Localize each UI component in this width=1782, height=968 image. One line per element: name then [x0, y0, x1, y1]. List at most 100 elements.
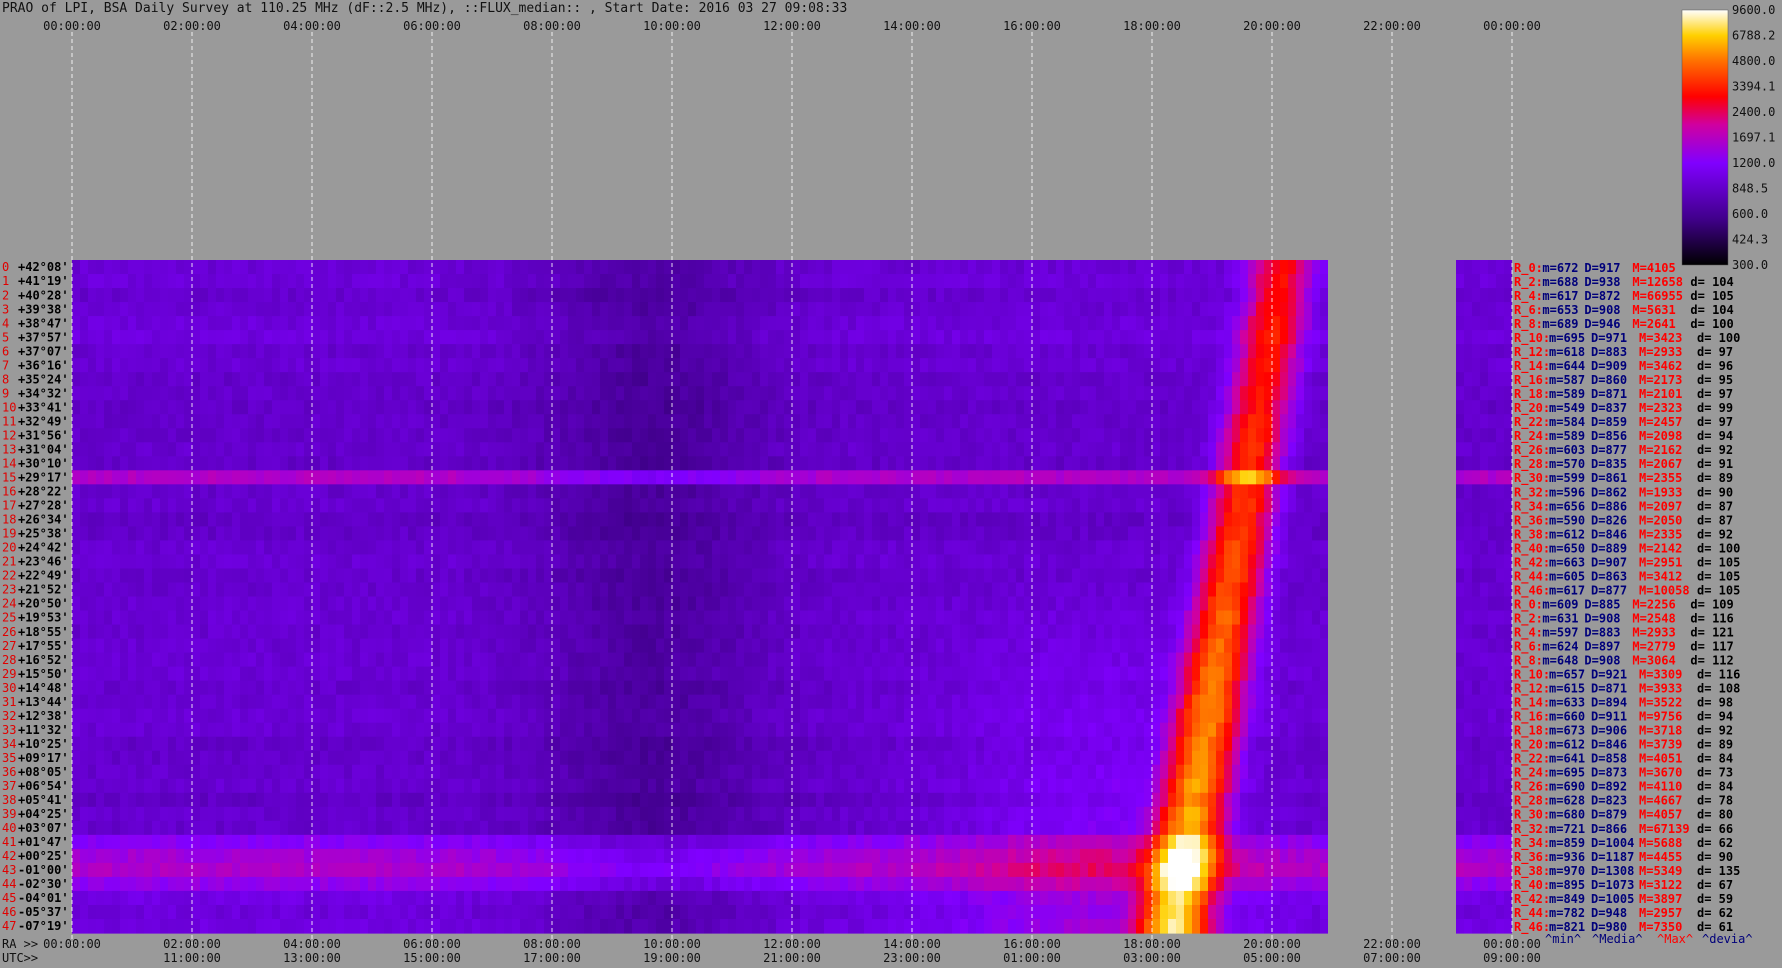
heatmap-cell: [1464, 666, 1472, 682]
heatmap-cell: [80, 568, 88, 584]
heatmap-cell: [960, 568, 968, 584]
heatmap-cell: [936, 568, 944, 584]
heatmap-cell: [776, 302, 784, 317]
heatmap-cell: [1296, 358, 1304, 373]
heatmap-cell: [776, 624, 784, 640]
heatmap-cell: [168, 316, 176, 331]
heatmap-cell: [1480, 554, 1488, 570]
heatmap-cell: [136, 386, 144, 401]
heatmap-cell: [464, 638, 472, 654]
heatmap-cell: [552, 386, 560, 401]
heatmap-cell: [424, 526, 432, 542]
heatmap-cell: [288, 344, 296, 359]
heatmap-cell: [432, 274, 440, 289]
heatmap-cell: [280, 414, 288, 429]
heatmap-cell: [112, 344, 120, 359]
heatmap-cell: [160, 512, 168, 527]
heatmap-cell: [920, 498, 928, 513]
heatmap-cell: [296, 442, 304, 457]
heatmap-cell: [1464, 554, 1472, 570]
heatmap-cell: [904, 540, 912, 556]
heatmap-cell: [912, 652, 920, 668]
heatmap-cell: [464, 302, 472, 317]
heatmap-cell: [424, 484, 432, 499]
heatmap-cell: [1224, 568, 1232, 584]
heatmap-cell: [368, 568, 376, 584]
heatmap-cell: [968, 274, 976, 289]
heatmap-cell: [1128, 610, 1136, 626]
heatmap-cell: [160, 470, 168, 485]
heatmap-cell: [1280, 302, 1288, 317]
heatmap-cell: [512, 288, 520, 303]
heatmap-cell: [1168, 610, 1176, 626]
heatmap-cell: [952, 428, 960, 443]
heatmap-cell: [1304, 442, 1312, 457]
heatmap-cell: [1048, 428, 1056, 443]
heatmap-cell: [152, 358, 160, 373]
heatmap-cell: [552, 526, 560, 542]
heatmap-cell: [144, 470, 152, 485]
heatmap-cell: [720, 666, 728, 682]
heatmap-cell: [776, 470, 784, 485]
heatmap-cell: [584, 302, 592, 317]
heatmap-cell: [1200, 610, 1208, 626]
heatmap-cell: [960, 470, 968, 485]
heatmap-cell: [480, 540, 488, 556]
heatmap-cell: [272, 666, 280, 682]
heatmap-cell: [1280, 442, 1288, 457]
heatmap-cell: [1016, 302, 1024, 317]
heatmap-cell: [488, 288, 496, 303]
heatmap-cell: [120, 554, 128, 570]
heatmap-cell: [952, 316, 960, 331]
heatmap-cell: [568, 316, 576, 331]
heatmap-cell: [664, 400, 672, 415]
heatmap-cell: [816, 428, 824, 443]
heatmap-cell: [1272, 302, 1280, 317]
heatmap-cell: [216, 596, 224, 612]
heatmap-cell: [152, 638, 160, 654]
heatmap-cell: [656, 568, 664, 584]
heatmap-cell: [1480, 666, 1488, 682]
heatmap-cell: [888, 428, 896, 443]
heatmap-cell: [488, 582, 496, 598]
heatmap-cell: [576, 624, 584, 640]
heatmap-cell: [432, 512, 440, 527]
heatmap-cell: [696, 498, 704, 513]
heatmap-cell: [1480, 274, 1488, 289]
heatmap-cell: [392, 624, 400, 640]
heatmap-cell: [1256, 498, 1264, 513]
heatmap-cell: [1288, 568, 1296, 584]
heatmap-cell: [880, 638, 888, 654]
heatmap-cell: [96, 498, 104, 513]
heatmap-cell: [440, 666, 448, 682]
heatmap-cell: [1264, 372, 1272, 387]
heatmap-cell: [760, 344, 768, 359]
heatmap-cell: [184, 428, 192, 443]
heatmap-cell: [680, 680, 688, 696]
heatmap-cell: [928, 330, 936, 345]
heatmap-cell: [360, 316, 368, 331]
heatmap-cell: [408, 652, 416, 668]
heatmap-cell: [472, 596, 480, 612]
heatmap-cell: [1168, 372, 1176, 387]
heatmap-cell: [1232, 344, 1240, 359]
heatmap-cell: [1096, 638, 1104, 654]
heatmap-cell: [88, 414, 96, 429]
heatmap-cell: [1496, 288, 1504, 303]
heatmap-cell: [256, 400, 264, 415]
heatmap-cell: [1048, 288, 1056, 303]
heatmap-cell: [912, 372, 920, 387]
heatmap-cell: [272, 428, 280, 443]
heatmap-cell: [288, 470, 296, 485]
heatmap-cell: [1320, 274, 1328, 289]
heatmap-cell: [944, 260, 952, 275]
heatmap-cell: [304, 610, 312, 626]
heatmap-cell: [1320, 302, 1328, 317]
heatmap-cell: [968, 652, 976, 668]
heatmap-cell: [1288, 526, 1296, 542]
heatmap-cell: [240, 582, 248, 598]
heatmap-cell: [152, 288, 160, 303]
heatmap-cell: [928, 526, 936, 542]
heatmap-cell: [920, 610, 928, 626]
heatmap-cell: [1224, 400, 1232, 415]
